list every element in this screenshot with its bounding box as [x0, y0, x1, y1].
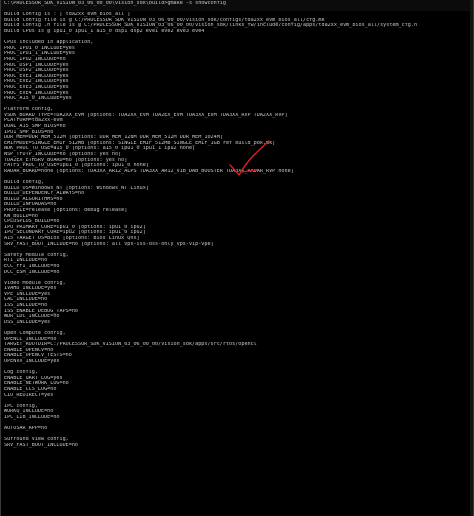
console-output: C:\PROCESSOR_SDK_VISION_03_06_00_00\visi… [4, 1, 470, 515]
scrollbar[interactable] [470, 0, 473, 516]
console-line: DCC_ESM_INCLUDE=no [4, 269, 60, 275]
console-line: SRV_FAST_BOOT_INCLUDE=no [4, 442, 78, 448]
console-line: RADAR_BOARD=none [options: TDA3XX_AR12_A… [4, 168, 294, 174]
console-line: IPC_LIB_INCLUDE=no [4, 414, 60, 420]
console-line: AUTOSAR_APP=no [4, 426, 48, 432]
console-line: Build CPUs is @ ipu1_0 ipu1_1 a15_0 dsp1… [4, 28, 205, 34]
console-line: SRV_FAST_BOOT_INCLUDE=no [options: all v… [4, 241, 214, 247]
console-line: OPENVX_INCLUDE=yes [4, 359, 60, 364]
console-line: CIO_REDIRECT=yes [4, 392, 54, 398]
command-prompt-window: C:\PROCESSOR_SDK_VISION_03_06_00_00\visi… [0, 0, 474, 516]
console-line: C:\PROCESSOR_SDK_VISION_03_06_00_00\visi… [4, 1, 226, 6]
console-line: DSS_INCLUDE=yes [4, 319, 51, 325]
console-line: PROC_A15_0_INCLUDE=yes [4, 96, 72, 102]
